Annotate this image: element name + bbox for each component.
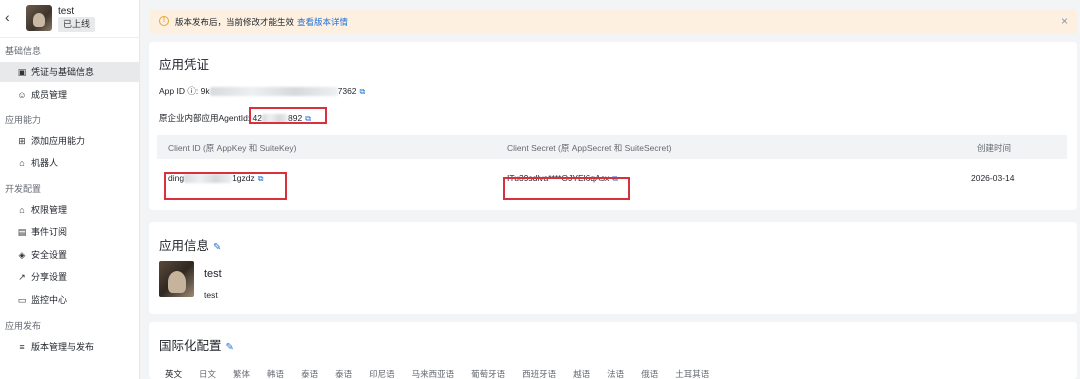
monitor-icon: ▭ (17, 295, 27, 305)
app-id-label: App ID (159, 86, 185, 96)
layers-icon: ≡ (19, 342, 25, 352)
tab-lang[interactable]: 韩语 (267, 368, 284, 379)
warning-icon: ! (159, 16, 169, 26)
sidebar-item-label: 安全设置 (31, 250, 68, 260)
credentials-card: 应用凭证 App ID ⓘ: 9k 7362 ⧉ 原企业内部应用AgentId: 4… (149, 42, 1077, 210)
sidebar-item-label: 凭证与基础信息 (31, 67, 95, 77)
event-icon: ▤ (17, 227, 27, 237)
app-header: ‹ test 已上线 (0, 0, 140, 38)
created-cell: 2026-03-14 (971, 173, 1015, 183)
tab-lang[interactable]: 法语 (607, 368, 624, 379)
sidebar-item-versions[interactable]: ≡ 版本管理与发布 (0, 337, 140, 357)
sidebar-item-label: 监控中心 (31, 295, 68, 305)
app-info-title: 应用信息 ✎ (159, 235, 221, 254)
group-app-capability: 应用能力 (5, 115, 42, 125)
edit-icon[interactable]: ✎ (226, 342, 234, 353)
member-icon: ☺ (17, 90, 27, 100)
sidebar-item-credentials[interactable]: ▣ 凭证与基础信息 (0, 62, 140, 82)
app-info-card: 应用信息 ✎ test test (149, 222, 1077, 314)
robot-icon: ⌂ (19, 158, 25, 168)
group-dev-config: 开发配置 (5, 184, 42, 194)
group-release: 应用发布 (5, 321, 42, 331)
sidebar-item-events[interactable]: ▤ 事件订阅 (0, 222, 140, 242)
share-icon: ↗ (18, 272, 26, 282)
copy-icon[interactable]: ⧉ (360, 87, 366, 97)
tab-lang[interactable]: 葡萄牙语 (471, 368, 505, 379)
credentials-title: 应用凭证 (159, 58, 210, 72)
banner-text: 版本发布后，当前修改才能生效 (175, 17, 295, 27)
app-info-name: test (204, 268, 222, 280)
header-client-secret: Client Secret (原 AppSecret 和 SuiteSecret… (507, 143, 672, 153)
group-basic-info: 基础信息 (5, 46, 42, 56)
app-id-prefix: 9k (200, 86, 210, 96)
close-icon[interactable]: × (1061, 14, 1068, 28)
header-client-id: Client ID (原 AppKey 和 SuiteKey) (168, 143, 297, 153)
sidebar-item-permissions[interactable]: ⌂ 权限管理 (0, 200, 140, 220)
tab-lang[interactable]: 马来西亚语 (412, 368, 455, 379)
sidebar: ‹ test 已上线 基础信息 ▣ 凭证与基础信息 ☺ 成员管理 应用能力 ⊞ 添加应… (0, 0, 140, 379)
redacted-mask (209, 87, 338, 97)
sidebar-item-label: 事件订阅 (31, 227, 68, 237)
sidebar-item-robot[interactable]: ⌂ 机器人 (0, 153, 140, 173)
shield-icon: ◈ (18, 250, 26, 260)
tab-lang[interactable]: 日文 (199, 368, 216, 379)
sidebar-item-label: 分享设置 (31, 272, 68, 282)
tab-lang[interactable]: 土耳其语 (675, 368, 709, 379)
app-avatar (26, 5, 52, 31)
agent-id-label: 原企业内部应用AgentId: (159, 113, 251, 123)
edit-icon[interactable]: ✎ (213, 242, 221, 253)
status-badge: 已上线 (58, 17, 96, 32)
app-info-description: test (204, 290, 218, 300)
i18n-title: 国际化配置 ✎ (159, 335, 234, 354)
header-created: 创建时间 (977, 143, 1012, 153)
sidebar-item-security[interactable]: ◈ 安全设置 (0, 245, 140, 265)
app-name: test (58, 6, 75, 17)
tab-lang[interactable]: 西班牙语 (522, 368, 556, 379)
app-info-title-text: 应用信息 (159, 239, 210, 253)
back-arrow-icon[interactable]: ‹ (5, 10, 17, 24)
tab-lang[interactable]: 俄语 (641, 368, 658, 379)
language-tabs: 英文 日文 繁体 韩语 泰语 泰语 印尼语 马来西亚语 葡萄牙语 西班牙语 越语 法语 俄语 土耳其语 (165, 368, 726, 379)
highlight-box (249, 107, 327, 124)
sidebar-item-label: 版本管理与发布 (31, 342, 95, 352)
sidebar-item-monitor[interactable]: ▭ 监控中心 (0, 290, 140, 310)
banner-message: 版本发布后，当前修改才能生效 查看版本详情 (175, 16, 348, 28)
lock-icon: ⌂ (19, 205, 25, 215)
app-id-row: App ID ⓘ: 9k 7362 ⧉ (159, 86, 366, 97)
i18n-card: 国际化配置 ✎ 英文 日文 繁体 韩语 泰语 泰语 印尼语 马来西亚语 葡萄牙语 西班牙语 越语 法语 俄… (149, 322, 1077, 379)
i18n-title-text: 国际化配置 (159, 339, 222, 353)
help-icon[interactable]: ⓘ (187, 86, 196, 96)
sidebar-item-label: 添加应用能力 (31, 136, 86, 146)
sidebar-item-label: 权限管理 (31, 205, 68, 215)
sidebar-item-members[interactable]: ☺ 成员管理 (0, 85, 140, 105)
tab-lang[interactable]: 英文 (165, 368, 182, 379)
grid-add-icon: ⊞ (18, 136, 26, 146)
view-version-link[interactable]: 查看版本详情 (297, 17, 348, 27)
sidebar-item-add-capability[interactable]: ⊞ 添加应用能力 (0, 131, 140, 151)
tab-lang[interactable]: 越语 (573, 368, 590, 379)
tab-lang[interactable]: 繁体 (233, 368, 250, 379)
sidebar-item-share[interactable]: ↗ 分享设置 (0, 267, 140, 287)
sidebar-item-label: 机器人 (31, 158, 59, 168)
tab-lang[interactable]: 泰语 (335, 368, 352, 379)
highlight-box (503, 177, 630, 200)
tab-lang[interactable]: 泰语 (301, 368, 318, 379)
sidebar-item-label: 成员管理 (31, 90, 68, 100)
app-id-suffix: 7362 (337, 86, 357, 96)
app-logo (159, 261, 194, 297)
release-banner: ! 版本发布后，当前修改才能生效 查看版本详情 × (149, 9, 1077, 34)
tab-lang[interactable]: 印尼语 (369, 368, 395, 379)
credential-icon: ▣ (17, 67, 27, 77)
table-header: Client ID (原 AppKey 和 SuiteKey) Client S… (157, 135, 1067, 159)
highlight-box (164, 172, 287, 200)
